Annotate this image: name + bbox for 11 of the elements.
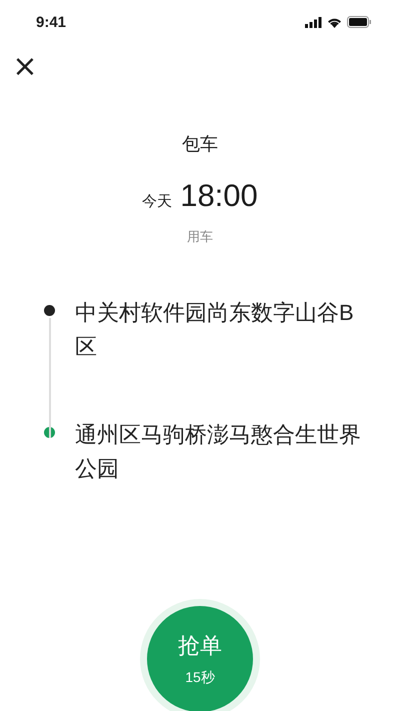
page-title: 包车 bbox=[182, 133, 218, 156]
battery-icon bbox=[347, 16, 372, 28]
pickup-time: 18:00 bbox=[180, 178, 258, 214]
wifi-icon bbox=[327, 16, 342, 28]
close-button[interactable]: × bbox=[12, 54, 38, 80]
signal-icon bbox=[305, 16, 322, 28]
status-time: 9:41 bbox=[36, 14, 66, 30]
day-label: 今天 bbox=[142, 192, 172, 211]
stop-address: 通州区马驹桥澎马憨合生世界公园 bbox=[75, 421, 362, 483]
stop-address: 中关村软件园尚东数字山谷B区 bbox=[75, 299, 355, 361]
time-caption: 用车 bbox=[187, 228, 213, 246]
